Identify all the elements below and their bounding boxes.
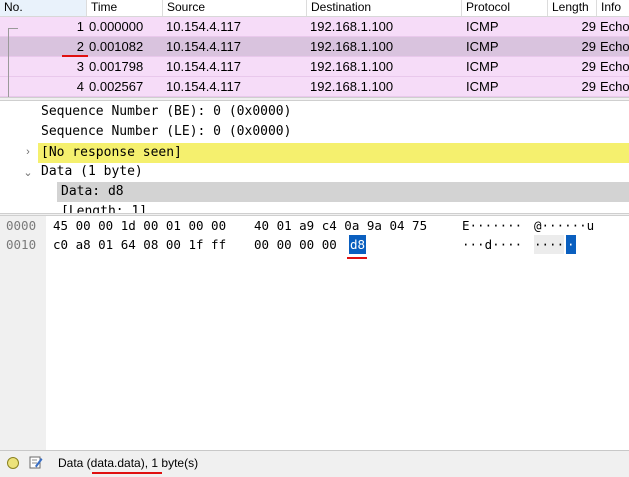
packet-source: 10.154.4.117 <box>166 19 241 34</box>
annotation-underline <box>62 55 88 57</box>
expand-chevron-right-icon[interactable]: › <box>22 146 34 158</box>
hex-bytes[interactable]: 40 01 a9 c4 0a 9a 04 75 <box>254 216 427 235</box>
packet-time: 0.002567 <box>89 79 144 94</box>
packet-list[interactable]: No. Time Source Destination Protocol Len… <box>0 0 629 97</box>
packet-source: 10.154.4.117 <box>166 39 241 54</box>
byte-offset: 0010 <box>6 237 37 252</box>
packet-time: 0.001082 <box>89 39 144 54</box>
conversation-bracket-tick <box>8 28 18 29</box>
packet-protocol: ICMP <box>466 39 499 54</box>
detail-sequence-le[interactable]: Sequence Number (LE): 0 (0x0000) <box>41 122 291 142</box>
packet-no: 3 <box>76 59 84 74</box>
packet-row[interactable]: 4 0.002567 10.154.4.117 192.168.1.100 IC… <box>0 77 629 97</box>
packet-destination: 192.168.1.100 <box>310 39 394 54</box>
detail-data-length[interactable]: [Length: 1] <box>61 202 147 213</box>
packet-bytes[interactable]: 0000 45 00 00 1d 00 01 00 00 40 01 a9 c4… <box>0 216 629 450</box>
hex-bytes[interactable]: 45 00 00 1d 00 01 00 00 <box>53 216 226 235</box>
packet-info: Echo <box>600 39 629 54</box>
packet-time: 0.001798 <box>89 59 144 74</box>
packet-row[interactable]: 1 0.000000 10.154.4.117 192.168.1.100 IC… <box>0 17 629 37</box>
packet-source: 10.154.4.117 <box>166 79 241 94</box>
packet-info: Echo <box>600 79 629 94</box>
byte-offset: 0000 <box>6 218 37 233</box>
column-header-destination[interactable]: Destination <box>307 0 462 16</box>
detail-no-response[interactable]: [No response seen] <box>41 143 182 163</box>
ascii-bytes[interactable]: ···d···· <box>462 235 522 254</box>
hex-bytes[interactable]: c0 a8 01 64 08 00 1f ff <box>53 235 226 254</box>
packet-length: 29 <box>581 19 596 34</box>
ascii-bytes[interactable]: E······· <box>462 216 522 235</box>
packet-source: 10.154.4.117 <box>166 59 241 74</box>
packet-list-header: No. Time Source Destination Protocol Len… <box>0 0 629 17</box>
packet-no: 4 <box>76 79 84 94</box>
packet-destination: 192.168.1.100 <box>310 19 394 34</box>
selected-ascii-byte[interactable]: · <box>566 235 576 254</box>
selected-field-highlight <box>57 182 629 202</box>
expert-info-yellow-icon[interactable] <box>7 457 19 469</box>
packet-row-selected[interactable]: 2 0.001082 10.154.4.117 192.168.1.100 IC… <box>0 37 629 57</box>
packet-destination: 192.168.1.100 <box>310 59 394 74</box>
ascii-bytes[interactable]: ···· <box>534 235 564 254</box>
packet-info: Echo <box>600 19 629 34</box>
column-header-length[interactable]: Length <box>548 0 597 16</box>
column-header-time[interactable]: Time <box>87 0 163 16</box>
packet-length: 29 <box>581 79 596 94</box>
detail-sequence-be[interactable]: Sequence Number (BE): 0 (0x0000) <box>41 102 291 122</box>
status-field-info: Data (data.data), 1 byte(s) <box>58 456 199 470</box>
selected-hex-byte[interactable]: d8 <box>349 235 367 254</box>
edit-capture-comment-icon[interactable] <box>29 455 43 469</box>
packet-protocol: ICMP <box>466 19 499 34</box>
packet-time: 0.000000 <box>89 19 144 34</box>
column-header-protocol[interactable]: Protocol <box>462 0 548 16</box>
packet-protocol: ICMP <box>466 79 499 94</box>
detail-data-value[interactable]: Data: d8 <box>61 182 124 202</box>
packet-no: 1 <box>76 19 84 34</box>
collapse-chevron-down-icon[interactable]: ⌄ <box>22 166 34 179</box>
column-header-no[interactable]: No. <box>0 0 87 16</box>
detail-data-node[interactable]: Data (1 byte) <box>41 162 143 182</box>
column-header-info[interactable]: Info <box>597 0 629 16</box>
packet-row[interactable]: 3 0.001798 10.154.4.117 192.168.1.100 IC… <box>0 57 629 77</box>
packet-info: Echo <box>600 59 629 74</box>
status-bar: Data (data.data), 1 byte(s) <box>0 450 629 477</box>
annotation-underline <box>92 472 162 474</box>
annotation-underline <box>347 257 367 259</box>
hex-bytes[interactable]: 00 00 00 00 <box>254 235 337 254</box>
packet-destination: 192.168.1.100 <box>310 79 394 94</box>
packet-no: 2 <box>76 39 84 54</box>
packet-length: 29 <box>581 59 596 74</box>
ascii-bytes[interactable]: @······u <box>534 216 594 235</box>
packet-length: 29 <box>581 39 596 54</box>
packet-details[interactable]: Sequence Number (BE): 0 (0x0000) Sequenc… <box>0 101 629 213</box>
column-header-source[interactable]: Source <box>163 0 307 16</box>
conversation-bracket-line <box>8 28 9 97</box>
packet-protocol: ICMP <box>466 59 499 74</box>
